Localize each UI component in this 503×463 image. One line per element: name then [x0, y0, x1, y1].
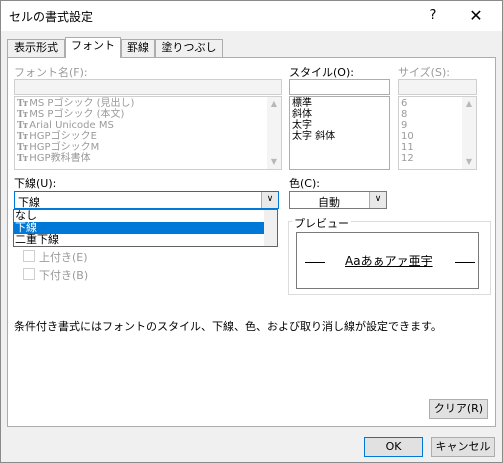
close-button[interactable]: ✕ — [461, 5, 491, 27]
underline-option-double[interactable]: 二重下線 — [14, 234, 264, 246]
scroll-up-icon[interactable]: ▲ — [462, 98, 476, 110]
preview-group: プレビュー Aaあぁアァ亜宇 — [288, 215, 491, 295]
font-name-input[interactable] — [14, 79, 282, 95]
ok-button[interactable]: OK — [364, 437, 423, 457]
subscript-checkbox[interactable] — [23, 268, 35, 280]
list-item[interactable]: 11 — [401, 142, 414, 153]
superscript-label: 上付き(E) — [39, 251, 88, 264]
size-list[interactable]: 6 8 9 10 11 12 ▲ ▼ — [398, 96, 477, 170]
underline-selected-value: 下線 — [18, 196, 40, 209]
underline-dropdown-list[interactable]: なし 下線 二重下線 — [13, 209, 278, 247]
preview-baseline-left — [305, 262, 325, 263]
size-list-scrollbar[interactable]: ▲ ▼ — [462, 97, 476, 169]
color-selected-value: 自動 — [318, 196, 340, 209]
tab-number-format[interactable]: 表示形式 — [7, 39, 65, 57]
color-select[interactable]: 自動 ∨ — [289, 191, 387, 209]
underline-label: 下線(U): — [14, 177, 57, 190]
tab-font[interactable]: フォント — [65, 37, 121, 58]
size-input[interactable] — [398, 79, 477, 95]
preview-baseline-right — [455, 262, 475, 263]
conditional-format-note: 条件付き書式にはフォントのスタイル、下線、色、および取り消し線が設定できます。 — [14, 320, 442, 333]
list-item[interactable]: 10 — [401, 131, 414, 142]
list-item[interactable]: Tт HGPゴシックE — [17, 131, 97, 142]
list-item[interactable]: 太字 斜体 — [292, 131, 335, 142]
style-label: スタイル(O): — [289, 66, 354, 79]
list-item[interactable]: 太字 — [292, 120, 312, 131]
preview-box: Aaあぁアァ亜宇 — [296, 232, 479, 289]
style-list[interactable]: 標準 斜体 太字 太字 斜体 — [289, 96, 390, 170]
subscript-label: 下付き(B) — [39, 269, 89, 282]
color-label: 色(C): — [289, 177, 320, 190]
clear-button[interactable]: クリア(R) — [429, 399, 488, 419]
underline-option-none[interactable]: なし — [14, 210, 264, 222]
title-bar[interactable]: セルの書式設定 ? ✕ — [1, 1, 502, 31]
scroll-down-icon[interactable]: ▼ — [267, 156, 281, 168]
list-item[interactable]: Tт HGP教科書体 — [17, 153, 91, 164]
superscript-checkbox[interactable] — [23, 250, 35, 262]
list-item[interactable]: Tт MS Pゴシック (本文) — [17, 109, 124, 120]
chevron-down-icon[interactable]: ∨ — [369, 192, 386, 208]
underline-select[interactable]: 下線 ∨ — [14, 191, 279, 209]
format-cells-dialog: セルの書式設定 ? ✕ 表示形式 フォント 罫線 塗りつぶし フォント名(F):… — [0, 0, 503, 463]
list-item[interactable]: 9 — [401, 120, 407, 131]
list-item[interactable]: 8 — [401, 109, 407, 120]
dropdown-scrollbar[interactable] — [264, 210, 277, 246]
style-input[interactable] — [289, 79, 390, 95]
tab-fill[interactable]: 塗りつぶし — [155, 39, 223, 57]
scroll-down-icon[interactable]: ▼ — [462, 156, 476, 168]
tab-border[interactable]: 罫線 — [121, 39, 155, 57]
help-button[interactable]: ? — [421, 5, 445, 27]
list-item[interactable]: 12 — [401, 153, 414, 164]
size-label: サイズ(S): — [398, 66, 450, 79]
font-name-list[interactable]: Tт MS Pゴシック (見出し) Tт MS Pゴシック (本文) Tт Arial… — [14, 96, 282, 170]
list-item[interactable]: 斜体 — [292, 109, 312, 120]
scroll-up-icon[interactable]: ▲ — [267, 98, 281, 110]
font-name-label: フォント名(F): — [14, 66, 88, 79]
cancel-button[interactable]: キャンセル — [431, 437, 495, 457]
dialog-title: セルの書式設定 — [9, 10, 94, 24]
list-item[interactable]: 標準 — [292, 98, 312, 109]
chevron-down-icon[interactable]: ∨ — [261, 192, 278, 208]
preview-sample-text: Aaあぁアァ亜宇 — [345, 254, 433, 268]
font-list-scrollbar[interactable]: ▲ ▼ — [267, 97, 281, 169]
list-item[interactable]: Tт Arial Unicode MS — [17, 120, 114, 131]
list-item[interactable]: 6 — [401, 98, 407, 109]
list-item[interactable]: Tт HGPゴシックM — [17, 142, 99, 153]
preview-title: プレビュー — [292, 215, 351, 231]
truetype-icon: Tт — [17, 154, 28, 164]
list-item[interactable]: Tт MS Pゴシック (見出し) — [17, 98, 134, 109]
